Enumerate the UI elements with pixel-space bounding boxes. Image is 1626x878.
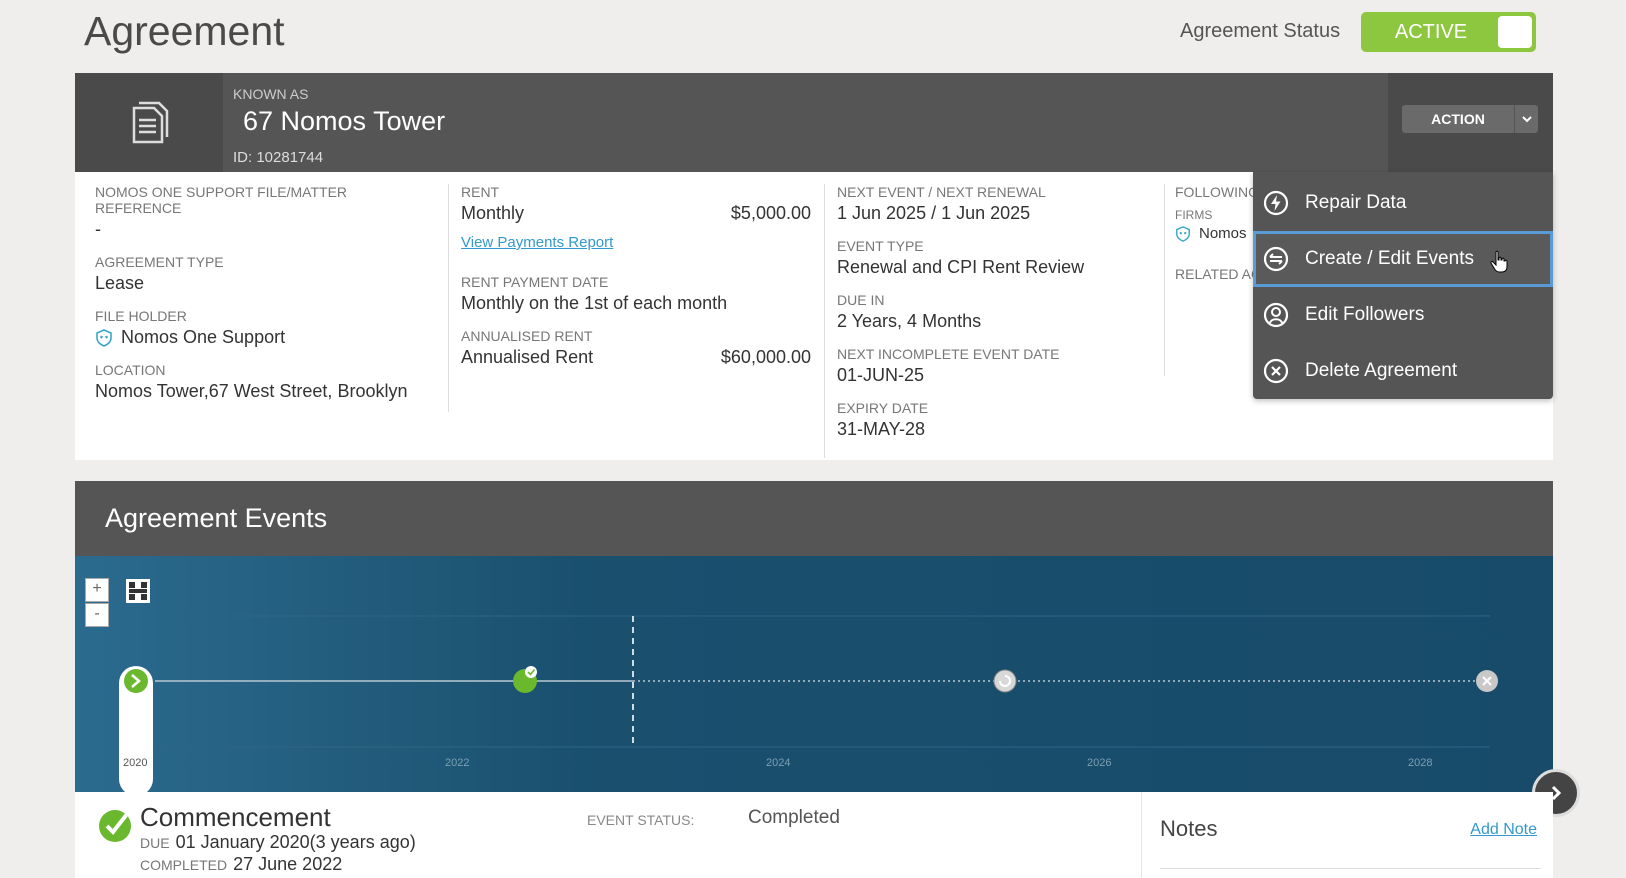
firm-value: Nomos: [1175, 225, 1255, 242]
known-as-label: KNOWN AS: [233, 86, 309, 102]
event-status-value: Completed: [748, 807, 840, 828]
commencement-event-marker: [124, 669, 148, 693]
annualised-rent-amount: $60,000.00: [720, 347, 811, 367]
agreement-status-label: Agreement Status: [1180, 20, 1341, 42]
agreement-events-header: Agreement Events: [75, 481, 1553, 556]
shield-icon: [1176, 226, 1190, 242]
expiry-date-value: 31-MAY-28: [837, 419, 926, 439]
completed-label: COMPLETED: [140, 857, 228, 873]
file-reference-label: NOMOS ONE SUPPORT FILE/MATTER REFERENCE: [95, 184, 348, 216]
firm-name: Nomos: [1199, 225, 1247, 242]
hand-cursor-icon: [1490, 250, 1508, 273]
action-button[interactable]: ACTION: [1402, 105, 1538, 133]
details-column-2: RENT Monthly $5,000.00 View Payments Rep…: [461, 184, 811, 382]
menu-item-edit-followers[interactable]: Edit Followers: [1253, 287, 1553, 343]
following-label: FOLLOWING: [1175, 184, 1255, 200]
file-holder-label: FILE HOLDER: [95, 308, 187, 324]
renewal-event-marker: [993, 669, 1017, 693]
year-tick: 2026: [1087, 757, 1111, 769]
next-incomplete-event-label: NEXT INCOMPLETE EVENT DATE: [837, 346, 1060, 362]
agreement-status-toggle[interactable]: ACTIVE: [1361, 12, 1536, 52]
events-timeline[interactable]: + - 2020 2022 2024 2026 2028: [75, 556, 1553, 792]
expiry-date-label: EXPIRY DATE: [837, 400, 929, 416]
file-holder-name: Nomos One Support: [121, 327, 286, 347]
event-title: Commencement: [140, 802, 331, 832]
menu-item-create-edit-events[interactable]: Create / Edit Events: [1253, 231, 1553, 287]
event-type-value: Renewal and CPI Rent Review: [837, 257, 1085, 277]
shield-icon: [96, 329, 112, 348]
rent-payment-date-label: RENT PAYMENT DATE: [461, 274, 609, 290]
next-event-value: 1 Jun 2025 / 1 Jun 2025: [837, 203, 1031, 223]
event-completed: COMPLETED 27 June 2022: [140, 854, 342, 875]
notes-panel: Notes Add Note: [1141, 792, 1553, 878]
event-detail-panel: Commencement DUE 01 January 2020(3 years …: [75, 792, 1141, 878]
details-column-3: NEXT EVENT / NEXT RENEWAL 1 Jun 2025 / 1…: [837, 184, 1167, 454]
details-column-4: FOLLOWING FIRMS Nomos RELATED AC: [1175, 184, 1255, 282]
divider: [448, 184, 449, 412]
location-value: Nomos Tower,67 West Street, Brooklyn: [95, 381, 408, 401]
menu-item-delete-agreement[interactable]: Delete Agreement: [1253, 343, 1553, 399]
notes-title: Notes: [1160, 816, 1218, 841]
check-badge-icon: [525, 666, 537, 678]
event-status-label: EVENT STATUS:: [587, 812, 695, 828]
related-label: RELATED AC: [1175, 266, 1255, 283]
next-event-label: NEXT EVENT / NEXT RENEWAL: [837, 184, 1046, 200]
agreement-events-title: Agreement Events: [105, 503, 328, 533]
due-in-label: DUE IN: [837, 292, 885, 308]
next-incomplete-event-value: 01-JUN-25: [837, 365, 925, 385]
status-toggle-text: ACTIVE: [1394, 20, 1468, 43]
action-menu: Repair Data Create / Edit Events Edit Fo…: [1253, 172, 1553, 399]
completed-value: 27 June 2022: [233, 854, 343, 874]
chevron-down-icon[interactable]: [1514, 105, 1538, 133]
property-name: 67 Nomos Tower: [243, 106, 446, 136]
divider: [1160, 868, 1541, 869]
event-type-label: EVENT TYPE: [837, 238, 924, 254]
annualised-rent-label: ANNUALISED RENT: [461, 328, 593, 344]
action-area: ACTION: [1388, 73, 1553, 172]
firms-label: FIRMS: [1175, 208, 1213, 222]
add-note-link[interactable]: Add Note: [1470, 821, 1537, 839]
due-in-value: 2 Years, 4 Months: [837, 311, 982, 331]
divider: [824, 184, 825, 458]
document-icon: [75, 73, 223, 172]
swap-icon: [1263, 246, 1289, 272]
lightning-icon: [1263, 190, 1289, 216]
location-label: LOCATION: [95, 362, 166, 378]
file-holder-value: Nomos One Support: [95, 327, 435, 348]
menu-item-label: Delete Agreement: [1305, 360, 1458, 381]
year-tick: 2028: [1408, 757, 1432, 769]
year-tick: 2022: [445, 757, 469, 769]
agreement-type-value: Lease: [95, 273, 145, 293]
due-value: 01 January 2020(3 years ago): [175, 832, 416, 852]
due-label: DUE: [140, 835, 170, 851]
action-label: ACTION: [1431, 111, 1485, 127]
page-title: Agreement: [84, 8, 285, 54]
rent-label: RENT: [461, 184, 500, 200]
details-column-1: NOMOS ONE SUPPORT FILE/MATTER REFERENCE …: [95, 184, 435, 416]
rent-payment-date-value: Monthly on the 1st of each month: [461, 293, 728, 313]
rent-frequency: Monthly: [461, 203, 525, 223]
agreement-type-label: AGREEMENT TYPE: [95, 254, 224, 270]
year-tick: 2024: [766, 757, 790, 769]
completed-check-icon: [99, 810, 131, 842]
annualised-rent-name: Annualised Rent: [461, 347, 594, 367]
rent-amount: $5,000.00: [730, 203, 811, 223]
view-payments-report-link[interactable]: View Payments Report: [461, 234, 613, 251]
menu-item-label: Edit Followers: [1305, 304, 1425, 325]
toggle-knob[interactable]: [1498, 16, 1532, 48]
person-icon: [1263, 302, 1289, 328]
agreement-header: KNOWN AS 67 Nomos Tower ID: 10281744 ACT…: [75, 73, 1553, 172]
menu-item-label: Create / Edit Events: [1305, 248, 1474, 269]
file-reference-value: -: [95, 219, 101, 239]
divider: [1164, 184, 1165, 376]
event-due: DUE 01 January 2020(3 years ago): [140, 832, 416, 853]
menu-item-repair-data[interactable]: Repair Data: [1253, 175, 1553, 231]
property-id: ID: 10281744: [233, 149, 324, 166]
timeline-chart: 2020 2022 2024 2026 2028: [119, 615, 1498, 792]
close-circle-icon: [1263, 358, 1289, 384]
year-tick: 2020: [123, 757, 147, 769]
menu-item-label: Repair Data: [1305, 192, 1407, 213]
